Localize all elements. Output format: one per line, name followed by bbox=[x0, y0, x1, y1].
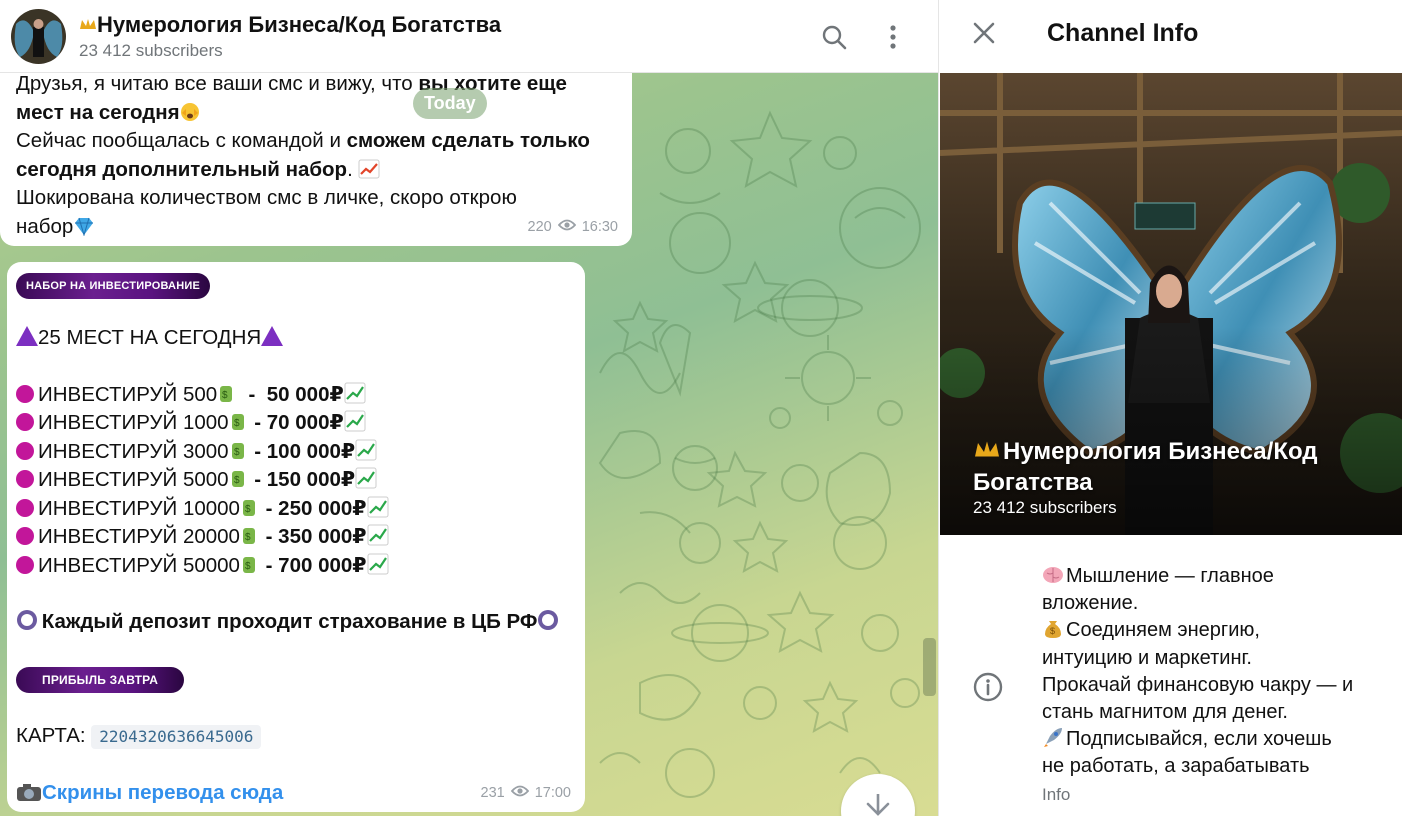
list-item: ИНВЕСТИРУЙ 3000 $ - 100 000₽ bbox=[16, 438, 377, 467]
channel-avatar[interactable] bbox=[11, 9, 66, 64]
insurance-line: Каждый депозит проходит страхование в ЦБ… bbox=[16, 608, 559, 637]
message-meta: 231 17:00 bbox=[481, 779, 572, 808]
description-label: Info bbox=[1042, 785, 1071, 804]
chart-up-icon bbox=[355, 439, 377, 461]
search-icon[interactable] bbox=[819, 22, 849, 52]
warning-icon bbox=[261, 326, 284, 346]
list-item: ИНВЕСТИРУЙ 50000 $ - 700 000₽ bbox=[16, 552, 389, 581]
message-meta: 220 16:30 bbox=[528, 213, 619, 242]
card-number[interactable]: 2204320636645006 bbox=[91, 725, 262, 749]
chart-up-icon bbox=[344, 410, 366, 432]
crown-icon bbox=[973, 435, 1003, 466]
money-icon: $ bbox=[240, 555, 260, 575]
headline: 25 МЕСТ НА СЕГОДНЯ bbox=[16, 324, 284, 353]
seal-icon bbox=[16, 609, 37, 630]
message-time: 17:00 bbox=[534, 784, 571, 801]
gem-icon bbox=[73, 216, 94, 237]
card-line: КАРТА: 2204320636645006 bbox=[16, 722, 262, 751]
list-item: ИНВЕСТИРУЙ 1000 $ - 70 000₽ bbox=[16, 409, 366, 438]
subscriber-count: 23 412 subscribers bbox=[79, 41, 223, 60]
message-time: 16:30 bbox=[581, 218, 618, 235]
money-icon: $ bbox=[240, 526, 260, 546]
chart-up-icon bbox=[367, 496, 389, 518]
svg-text:$: $ bbox=[234, 418, 240, 429]
crown-icon bbox=[79, 10, 97, 36]
info-title: Channel Info bbox=[1047, 19, 1199, 47]
warning-icon bbox=[16, 326, 38, 346]
svg-text:$: $ bbox=[245, 532, 251, 543]
chart-up-icon bbox=[344, 382, 366, 404]
photo-channel-name: Нумерология Бизнеса/Код Богатства bbox=[973, 435, 1373, 498]
list-item: ИНВЕСТИРУЙ 20000 $ - 350 000₽ bbox=[16, 523, 389, 552]
eye-icon bbox=[510, 779, 529, 808]
bullet-icon bbox=[16, 413, 34, 431]
message-bubble-1: Друзья, я читаю все ваши смс и вижу, что… bbox=[0, 72, 632, 246]
chart-up-icon bbox=[367, 553, 389, 575]
chart-up-icon bbox=[358, 159, 380, 179]
money-icon: $ bbox=[229, 469, 249, 489]
list-item: ИНВЕСТИРУЙ 500 $ - 50 000₽ bbox=[16, 381, 366, 410]
chat-header: Нумерология Бизнеса/Код Богатства 23 412… bbox=[0, 0, 938, 73]
channel-photo[interactable]: Нумерология Бизнеса/Код Богатства 23 412… bbox=[940, 73, 1402, 535]
chat-scrollbar[interactable] bbox=[923, 638, 936, 696]
banner-profit: ПРИБЫЛЬ ЗАВТРА bbox=[16, 667, 185, 693]
more-vertical-icon[interactable] bbox=[878, 22, 908, 52]
chat-column: Нумерология Бизнеса/Код Богатства 23 412… bbox=[0, 0, 938, 816]
svg-text:$: $ bbox=[222, 390, 228, 401]
bullet-icon bbox=[16, 470, 34, 488]
photo-subscriber-count: 23 412 subscribers bbox=[973, 498, 1117, 517]
banner-invest: НАБОР НА ИНВЕСТИРОВАНИЕ bbox=[16, 273, 210, 299]
list-item: ИНВЕСТИРУЙ 5000 $ - 150 000₽ bbox=[16, 466, 377, 495]
camera-icon bbox=[16, 782, 42, 802]
view-count: 220 bbox=[527, 218, 552, 235]
svg-text:$: $ bbox=[245, 561, 251, 572]
face-emoji-icon bbox=[180, 102, 200, 122]
list-item: ИНВЕСТИРУЙ 10000 $ - 250 000₽ bbox=[16, 495, 389, 524]
money-icon: $ bbox=[229, 441, 249, 461]
seal-icon bbox=[537, 609, 559, 630]
svg-text:$: $ bbox=[234, 475, 240, 486]
bullet-icon bbox=[16, 527, 34, 545]
card-label: КАРТА: bbox=[16, 724, 86, 747]
channel-info-panel: Channel Info Нумерология Бизнеса/Код Бог… bbox=[938, 0, 1404, 816]
bullet-icon bbox=[16, 499, 34, 517]
eye-icon bbox=[557, 213, 576, 242]
chart-up-icon bbox=[367, 524, 389, 546]
arrow-down-icon bbox=[864, 792, 892, 816]
date-chip: Today bbox=[413, 88, 487, 119]
info-header: Channel Info bbox=[939, 0, 1404, 73]
close-icon[interactable] bbox=[972, 21, 1002, 51]
channel-description: Мышление — главное вложение. $ Соединяем … bbox=[1042, 565, 1354, 778]
channel-title: Нумерология Бизнеса/Код Богатства bbox=[79, 10, 501, 38]
rocket-icon bbox=[1042, 726, 1066, 748]
svg-text:$: $ bbox=[245, 504, 251, 515]
money-bag-icon: $ bbox=[1042, 617, 1066, 639]
view-count: 231 bbox=[480, 784, 505, 801]
info-icon bbox=[973, 672, 1003, 702]
screenshots-link[interactable]: Скрины перевода сюда bbox=[42, 781, 283, 804]
brain-icon bbox=[1042, 565, 1066, 585]
bullet-icon bbox=[16, 442, 34, 460]
svg-text:$: $ bbox=[234, 447, 240, 458]
message-bubble-2: НАБОР НА ИНВЕСТИРОВАНИЕ 25 МЕСТ НА СЕГОД… bbox=[7, 262, 585, 812]
bullet-icon bbox=[16, 556, 34, 574]
money-icon: $ bbox=[217, 384, 237, 404]
money-icon: $ bbox=[240, 498, 260, 518]
bullet-icon bbox=[16, 385, 34, 403]
money-icon: $ bbox=[229, 412, 249, 432]
svg-text:$: $ bbox=[1050, 626, 1055, 636]
chart-up-icon bbox=[355, 467, 377, 489]
link-line: Скрины перевода сюда bbox=[16, 779, 283, 808]
